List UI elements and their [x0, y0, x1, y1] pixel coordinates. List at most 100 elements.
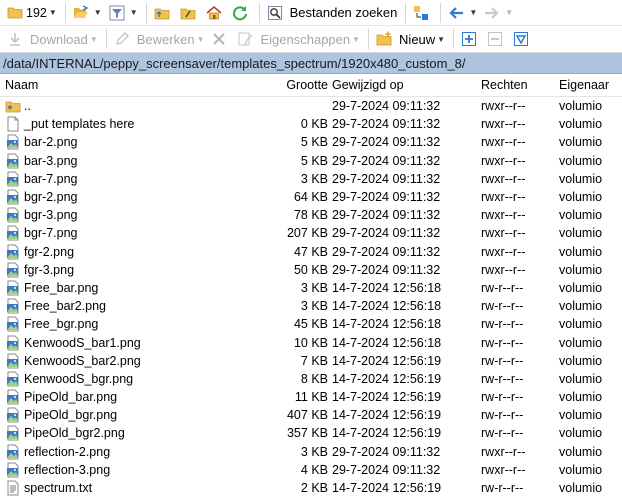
column-header-size[interactable]: Grootte — [282, 78, 328, 92]
file-name-cell: Free_bar2.png — [0, 298, 282, 314]
filter-icon — [109, 5, 125, 20]
parent-folder-button[interactable] — [151, 2, 176, 24]
file-row[interactable]: _put templates here 0 KB 29-7-2024 09:11:3… — [0, 115, 622, 133]
column-header-rights[interactable]: Rechten — [478, 78, 558, 92]
deselect-button[interactable] — [484, 28, 509, 50]
download-button[interactable]: Download ▼ — [4, 28, 101, 50]
file-row[interactable]: PipeOld_bar.png 11 KB 14-7-2024 12:56:19 rw… — [0, 388, 622, 406]
file-row[interactable]: bar-3.png 5 KB 29-7-2024 09:11:32 rwxr--r--… — [0, 152, 622, 170]
file-row[interactable]: fgr-3.png 50 KB 29-7-2024 09:11:32 rwxr--r-… — [0, 261, 622, 279]
image-file-icon — [7, 171, 19, 187]
file-row[interactable]: reflection-3.png 4 KB 29-7-2024 09:11:32 rw… — [0, 461, 622, 479]
file-owner: volumio — [559, 481, 603, 496]
image-file-icon — [7, 189, 19, 205]
file-name-cell: PipeOld_bgr2.png — [0, 425, 282, 441]
delete-button[interactable] — [208, 28, 233, 50]
image-file-icon — [7, 244, 19, 260]
delete-icon — [213, 33, 226, 45]
home-button[interactable] — [203, 2, 228, 24]
file-row[interactable]: KenwoodS_bgr.png 8 KB 14-7-2024 12:56:19 rw… — [0, 370, 622, 388]
file-name: .. — [24, 99, 31, 114]
file-modified: 14-7-2024 12:56:18 — [332, 335, 442, 350]
file-row[interactable]: bgr-3.png 78 KB 29-7-2024 09:11:32 rwxr--r-… — [0, 206, 622, 224]
file-rights: rwxr--r-- — [481, 117, 526, 132]
folder-dropdown[interactable]: 192 ▼ — [4, 2, 60, 24]
properties-icon — [238, 32, 253, 46]
toolbar-divider — [105, 29, 107, 49]
file-rights: rwxr--r-- — [481, 262, 526, 277]
file-row[interactable]: spectrum.txt 2 KB 14-7-2024 12:56:19 rw-r--… — [0, 479, 622, 497]
queue-button[interactable] — [410, 2, 435, 24]
file-rights: rw-r--r-- — [481, 426, 524, 441]
column-header-owner[interactable]: Eigenaar — [558, 78, 622, 92]
file-row[interactable]: bar-7.png 3 KB 29-7-2024 09:11:32 rwxr--r--… — [0, 170, 622, 188]
chevron-down-icon: ▼ — [437, 34, 446, 44]
file-name: _put templates here — [24, 117, 135, 132]
file-row[interactable]: bar-2.png 5 KB 29-7-2024 09:11:32 rwxr--r--… — [0, 133, 622, 151]
file-name: spectrum.txt — [24, 481, 93, 496]
back-button[interactable]: ▼ — [445, 2, 480, 24]
file-row[interactable]: bgr-7.png 207 KB 29-7-2024 09:11:32 rwxr--r… — [0, 224, 622, 242]
file-row[interactable]: Free_bar2.png 3 KB 14-7-2024 12:56:18 rw-r-… — [0, 297, 622, 315]
file-owner: volumio — [559, 226, 603, 241]
file-modified: 14-7-2024 12:56:19 — [332, 353, 442, 368]
toolbar-divider — [453, 29, 455, 49]
file-row[interactable]: reflection-2.png 3 KB 29-7-2024 09:11:32 rw… — [0, 443, 622, 461]
file-row[interactable]: fgr-2.png 47 KB 29-7-2024 09:11:32 rwxr--r-… — [0, 243, 622, 261]
file-modified: 29-7-2024 09:11:32 — [332, 444, 441, 459]
path-bar[interactable]: /data/INTERNAL/peppy_screensaver/templat… — [0, 53, 622, 74]
home-icon — [206, 5, 222, 19]
file-row[interactable]: Free_bgr.png 45 KB 14-7-2024 12:56:18 rw-r-… — [0, 315, 622, 333]
filter-button[interactable]: ▼ — [106, 2, 141, 24]
file-rights: rwxr--r-- — [481, 153, 526, 168]
properties-button[interactable]: Eigenschappen ▼ — [234, 28, 363, 50]
open-folder-button[interactable]: ▼ — [70, 2, 105, 24]
refresh-icon — [232, 5, 247, 20]
toolbar-divider — [64, 2, 66, 23]
new-button[interactable]: Nieuw ▼ — [373, 28, 448, 50]
file-name: PipeOld_bgr.png — [24, 408, 118, 423]
file-owner: volumio — [559, 462, 603, 477]
find-files-button[interactable]: Bestanden zoeken — [264, 2, 401, 24]
file-name-cell: KenwoodS_bar1.png — [0, 335, 282, 351]
file-rights: rw-r--r-- — [481, 299, 524, 314]
file-modified: 29-7-2024 09:11:32 — [332, 208, 441, 223]
column-header: Naam Grootte Gewijzigd op Rechten Eigena… — [0, 74, 622, 97]
column-header-modified[interactable]: Gewijzigd op — [328, 78, 478, 92]
file-rights: rw-r--r-- — [481, 280, 524, 295]
image-file-icon — [7, 389, 19, 405]
arrow-right-icon — [485, 6, 499, 19]
file-size: 7 KB — [300, 353, 328, 368]
file-row[interactable]: KenwoodS_bar1.png 10 KB 14-7-2024 12:56:18… — [0, 333, 622, 351]
chevron-down-icon: ▼ — [129, 8, 138, 17]
properties-label: Eigenschappen — [260, 31, 351, 47]
image-file-icon — [7, 462, 19, 478]
file-name: bgr-2.png — [24, 190, 78, 205]
new-folder-icon — [376, 31, 392, 46]
find-files-icon — [267, 5, 282, 20]
file-size: 10 KB — [293, 335, 328, 350]
file-row[interactable]: .. 29-7-2024 09:11:32 rwxr--r-- volumio — [0, 97, 622, 115]
root-folder-button[interactable] — [177, 2, 202, 24]
edit-button[interactable]: Bewerken ▼ — [111, 28, 208, 50]
file-modified: 29-7-2024 09:11:32 — [332, 117, 441, 132]
plus-icon — [462, 32, 477, 46]
file-row[interactable]: PipeOld_bgr.png 407 KB 14-7-2024 12:56:19 r… — [0, 406, 622, 424]
filter-select-button[interactable] — [510, 28, 535, 50]
file-owner: volumio — [559, 426, 603, 441]
parent-folder-icon — [5, 101, 21, 113]
column-header-name[interactable]: Naam — [0, 78, 282, 92]
file-name-cell: reflection-3.png — [0, 462, 282, 478]
blank-file-icon — [7, 116, 19, 132]
queue-icon — [414, 5, 429, 20]
select-all-button[interactable] — [458, 28, 483, 50]
refresh-button[interactable] — [229, 2, 254, 24]
file-row[interactable]: PipeOld_bgr2.png 357 KB 14-7-2024 12:56:19… — [0, 424, 622, 442]
forward-button[interactable]: ▼ — [481, 2, 516, 24]
file-owner: volumio — [559, 390, 603, 405]
file-owner: volumio — [559, 99, 603, 114]
current-path: /data/INTERNAL/peppy_screensaver/templat… — [3, 55, 466, 71]
file-row[interactable]: Free_bar.png 3 KB 14-7-2024 12:56:18 rw-r--… — [0, 279, 622, 297]
file-row[interactable]: bgr-2.png 64 KB 29-7-2024 09:11:32 rwxr--r-… — [0, 188, 622, 206]
file-row[interactable]: KenwoodS_bar2.png 7 KB 14-7-2024 12:56:19 r… — [0, 352, 622, 370]
